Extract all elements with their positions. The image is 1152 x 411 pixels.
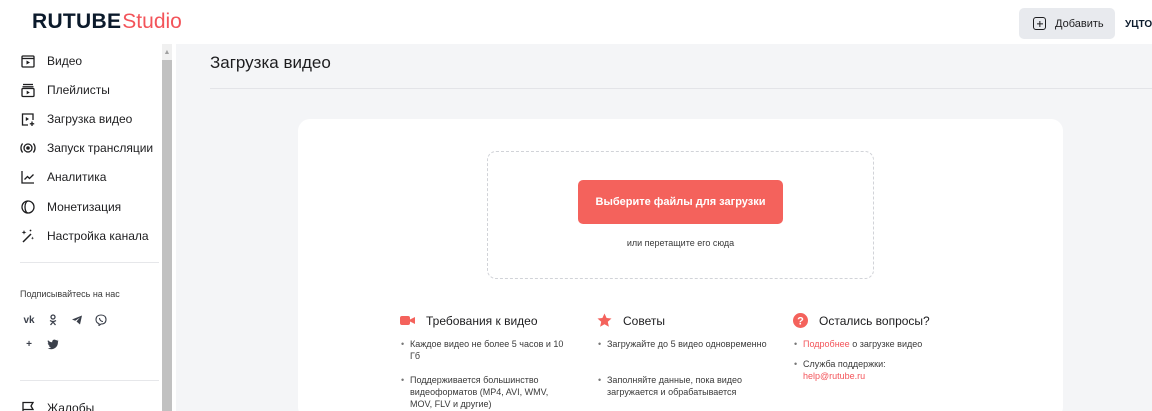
- rutube-studio-logo[interactable]: RUTUBE Studio: [32, 10, 182, 36]
- drop-hint: или перетащите его сюда: [626, 238, 735, 248]
- sidebar-divider: [20, 380, 159, 381]
- logo-main-text: RUTUBE: [32, 10, 122, 33]
- sidebar-item-label: Настройка канала: [47, 229, 149, 243]
- video-icon: [20, 53, 36, 69]
- more-info-link[interactable]: Подробнее: [803, 339, 850, 349]
- sidebar-item-video[interactable]: Видео: [20, 50, 82, 72]
- sidebar-item-label: Плейлисты: [47, 83, 110, 97]
- list-item: Загружайте до 5 видео одновременно: [598, 338, 768, 350]
- list-item: Служба поддержки: help@rutube.ru: [794, 358, 974, 382]
- sidebar-item-label: Жалобы: [47, 401, 95, 411]
- more-info-text: о загрузке видео: [849, 339, 923, 349]
- viber-icon[interactable]: [92, 311, 110, 329]
- list-item: Поддерживается большинство видеоформатов…: [401, 374, 571, 410]
- sidebar-item-channel-settings[interactable]: Настройка канала: [20, 225, 149, 247]
- upload-video-icon: [20, 111, 36, 127]
- support-email-link[interactable]: help@rutube.ru: [803, 371, 865, 381]
- list-item: Подробнее о загрузке видео: [794, 338, 974, 350]
- list-item: Заполняйте данные, пока видео загружаетс…: [598, 374, 773, 398]
- sidebar-item-broadcast[interactable]: Запуск трансляции: [20, 137, 153, 159]
- tips-heading: Советы: [596, 312, 665, 329]
- sidebar-item-label: Монетизация: [47, 200, 122, 214]
- sidebar-item-label: Видео: [47, 54, 83, 68]
- add-button[interactable]: Добавить: [1019, 8, 1115, 39]
- telegram-icon[interactable]: [68, 311, 86, 329]
- sidebar-item-playlists[interactable]: Плейлисты: [20, 79, 110, 101]
- sidebar-scrollbar-thumb[interactable]: [162, 60, 172, 411]
- playlist-icon: [20, 82, 36, 98]
- logo-sub-text: Studio: [122, 10, 182, 33]
- sidebar-item-complaints[interactable]: Жалобы: [20, 397, 94, 411]
- vk-icon[interactable]: vk: [20, 311, 38, 329]
- questions-heading: ? Остались вопросы?: [792, 312, 930, 329]
- follow-us-title: Подписывайтесь на нас: [20, 289, 120, 299]
- star-icon: [596, 312, 613, 329]
- sidebar-item-upload-video[interactable]: Загрузка видео: [20, 108, 132, 130]
- sidebar-item-label: Загрузка видео: [47, 112, 133, 126]
- tips-title: Советы: [623, 313, 665, 328]
- dzen-icon[interactable]: +: [20, 335, 38, 353]
- sidebar-item-analytics[interactable]: Аналитика: [20, 166, 106, 188]
- twitter-icon[interactable]: [44, 335, 62, 353]
- analytics-icon: [20, 169, 36, 185]
- add-button-label: Добавить: [1055, 17, 1104, 30]
- select-files-button[interactable]: Выберите файлы для загрузки: [578, 180, 783, 224]
- avatar[interactable]: УЦТО: [1125, 10, 1152, 38]
- video-camera-icon: [399, 312, 416, 329]
- title-divider: [210, 88, 1152, 89]
- support-label: Служба поддержки:: [803, 359, 886, 369]
- broadcast-icon: [20, 140, 36, 156]
- sidebar-item-monetization[interactable]: Монетизация: [20, 196, 121, 218]
- sidebar-item-label: Запуск трансляции: [47, 141, 154, 155]
- flag-icon: [20, 400, 36, 411]
- questions-title: Остались вопросы?: [819, 313, 930, 328]
- requirements-title: Требования к видео: [426, 313, 538, 328]
- plus-icon: [1033, 17, 1046, 30]
- list-item: Каждое видео не более 5 часов и 10 Гб: [401, 338, 571, 362]
- sidebar-item-label: Аналитика: [47, 170, 107, 184]
- monetization-icon: [20, 199, 36, 215]
- svg-text:?: ?: [797, 316, 804, 328]
- sidebar-divider: [20, 262, 159, 263]
- page-title: Загрузка видео: [210, 53, 331, 72]
- magic-wand-icon: [20, 228, 36, 244]
- question-icon: ?: [792, 312, 809, 329]
- scroll-up-arrow-icon[interactable]: ▲: [163, 49, 171, 57]
- requirements-heading: Требования к видео: [399, 312, 538, 329]
- top-header: RUTUBE Studio Добавить УЦТО: [0, 0, 1152, 44]
- odnoklassniki-icon[interactable]: [44, 311, 62, 329]
